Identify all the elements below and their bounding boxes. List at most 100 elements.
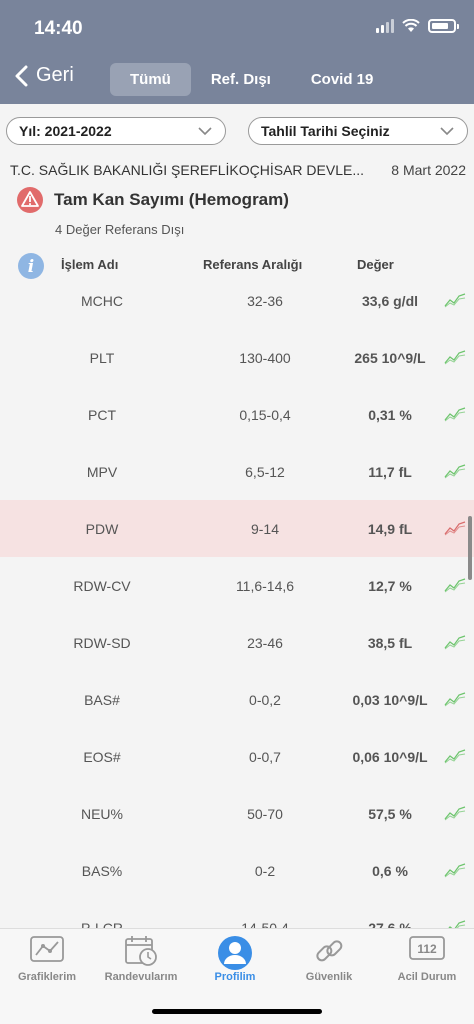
tab-profile[interactable]: Profilim — [188, 929, 282, 999]
trend-chart-icon[interactable] — [444, 748, 466, 764]
test-item-name: BAS% — [81, 863, 123, 879]
year-dropdown[interactable]: Yıl: 2021-2022 — [6, 117, 226, 145]
table-row[interactable]: MPV 6,5-12 11,7 fL — [0, 443, 474, 500]
table-row[interactable]: PLT 130-400 265 10^9/L — [0, 329, 474, 386]
table-row[interactable]: EOS# 0-0,7 0,06 10^9/L — [0, 728, 474, 785]
test-item-name: RDW-SD — [73, 635, 131, 651]
tab-emergency[interactable]: 112 Acil Durum — [380, 929, 474, 999]
scrollbar[interactable] — [468, 516, 472, 580]
test-item-name: NEU% — [80, 806, 123, 822]
reference-range: 0-2 — [254, 863, 276, 879]
reference-range: 11,6-14,6 — [235, 578, 295, 594]
tab-all[interactable]: Tümü — [110, 63, 191, 96]
trend-chart-icon[interactable] — [444, 463, 466, 479]
chart-icon — [30, 936, 64, 962]
back-button[interactable]: Geri — [14, 64, 74, 87]
table-row[interactable]: NEU% 50-70 57,5 % — [0, 785, 474, 842]
reference-range: 23-46 — [247, 635, 283, 651]
test-item-name: BAS# — [84, 692, 120, 708]
chevron-left-icon — [15, 65, 28, 86]
table-row[interactable]: PCT 0,15-0,4 0,31 % — [0, 386, 474, 443]
top-bar: 14:40 Geri Tümü Ref. Dışı Covid 19 — [0, 0, 474, 104]
result-value: 265 10^9/L — [354, 350, 426, 366]
table-row[interactable]: BAS# 0-0,2 0,03 10^9/L — [0, 671, 474, 728]
result-value: 57,5 % — [368, 806, 412, 822]
test-item-name: PDW — [85, 521, 119, 537]
home-indicator — [152, 1009, 322, 1014]
table-row[interactable]: RDW-SD 23-46 38,5 fL — [0, 614, 474, 671]
emergency-number: 112 — [417, 942, 437, 956]
trend-chart-icon[interactable] — [444, 292, 466, 308]
tab-out-of-reference[interactable]: Ref. Dışı — [191, 63, 291, 96]
tab-appointments-label: Randevularım — [104, 971, 178, 983]
table-row[interactable]: RDW-CV 11,6-14,6 12,7 % — [0, 557, 474, 614]
reference-range: 32-36 — [247, 293, 283, 309]
tab-graphs-label: Grafiklerim — [17, 971, 77, 983]
date-dropdown[interactable]: Tahlil Tarihi Seçiniz — [248, 117, 468, 145]
trend-chart-icon[interactable] — [444, 406, 466, 422]
test-title-row: Tam Kan Sayımı (Hemogram) — [16, 186, 289, 214]
trend-chart-icon[interactable] — [444, 349, 466, 365]
tab-security-label: Güvenlik — [305, 971, 353, 983]
reference-range: 0-0,7 — [249, 749, 281, 765]
reference-range: 0-0,2 — [249, 692, 281, 708]
header-range: Referans Aralığı — [203, 257, 303, 272]
tab-graphs[interactable]: Grafiklerim — [0, 929, 94, 999]
filter-tabs: Tümü Ref. Dışı Covid 19 — [110, 63, 393, 96]
chevron-down-icon — [198, 127, 212, 136]
link-icon — [316, 940, 343, 962]
reference-range: 130-400 — [239, 350, 291, 366]
filters-bar: Yıl: 2021-2022 Tahlil Tarihi Seçiniz — [0, 117, 474, 145]
result-value: 38,5 fL — [367, 635, 413, 651]
test-item-name: MCHC — [81, 293, 123, 309]
back-label: Geri — [36, 64, 74, 86]
result-value: 33,6 g/dl — [361, 293, 419, 309]
trend-chart-icon[interactable] — [444, 520, 466, 536]
tab-security[interactable]: Güvenlik — [282, 929, 376, 999]
reference-range: 0,15-0,4 — [239, 407, 291, 423]
trend-chart-icon[interactable] — [444, 862, 466, 878]
table-row[interactable]: PDW 9-14 14,9 fL — [0, 500, 474, 557]
date-dropdown-label: Tahlil Tarihi Seçiniz — [261, 123, 390, 139]
emergency-112-icon: 112 — [409, 936, 445, 960]
header-value: Değer — [357, 257, 394, 272]
reference-range: 50-70 — [247, 806, 283, 822]
hospital-name: T.C. SAĞLIK BAKANLIĞI ŞEREFLİKOÇHİSAR DE… — [10, 162, 364, 178]
test-item-name: EOS# — [83, 749, 121, 765]
warning-icon — [17, 187, 43, 213]
app-screen: 14:40 Geri Tümü Ref. Dışı Covid 19 Yıl: … — [0, 0, 474, 1024]
test-name: Tam Kan Sayımı (Hemogram) — [54, 190, 289, 209]
result-value: 0,31 % — [368, 407, 412, 423]
user-icon — [218, 936, 252, 970]
reference-range: 9-14 — [250, 521, 280, 537]
test-item-name: RDW-CV — [73, 578, 131, 594]
tab-covid[interactable]: Covid 19 — [291, 63, 394, 96]
status-icons — [376, 19, 459, 33]
reference-range: 6,5-12 — [245, 464, 285, 480]
report-date: 8 Mart 2022 — [391, 162, 466, 178]
trend-chart-icon[interactable] — [444, 691, 466, 707]
trend-chart-icon[interactable] — [444, 577, 466, 593]
tab-emergency-label: Acil Durum — [397, 971, 457, 983]
trend-chart-icon[interactable] — [444, 805, 466, 821]
table-row[interactable]: MCHC 32-36 33,6 g/dl — [0, 272, 474, 329]
year-dropdown-label: Yıl: 2021-2022 — [19, 123, 112, 139]
trend-chart-icon[interactable] — [444, 634, 466, 650]
test-item-name: MPV — [86, 464, 118, 480]
test-item-name: PCT — [88, 407, 116, 423]
hospital-row: T.C. SAĞLIK BAKANLIĞI ŞEREFLİKOÇHİSAR DE… — [10, 162, 466, 178]
status-time: 14:40 — [34, 18, 83, 39]
result-value: 0,6 % — [372, 863, 408, 879]
result-value: 0,03 10^9/L — [352, 692, 428, 708]
signal-icon — [376, 19, 394, 33]
calendar-clock-icon — [125, 936, 157, 966]
result-value: 14,9 fL — [367, 521, 413, 537]
tab-appointments[interactable]: Randevularım — [94, 929, 188, 999]
out-of-range-count: 4 Değer Referans Dışı — [55, 222, 185, 237]
result-value: 12,7 % — [368, 578, 412, 594]
table-row[interactable]: BAS% 0-2 0,6 % — [0, 842, 474, 899]
wifi-icon — [402, 19, 420, 32]
result-value: 11,7 fL — [368, 464, 412, 480]
test-item-name: PLT — [89, 350, 115, 366]
result-value: 0,06 10^9/L — [352, 749, 428, 765]
